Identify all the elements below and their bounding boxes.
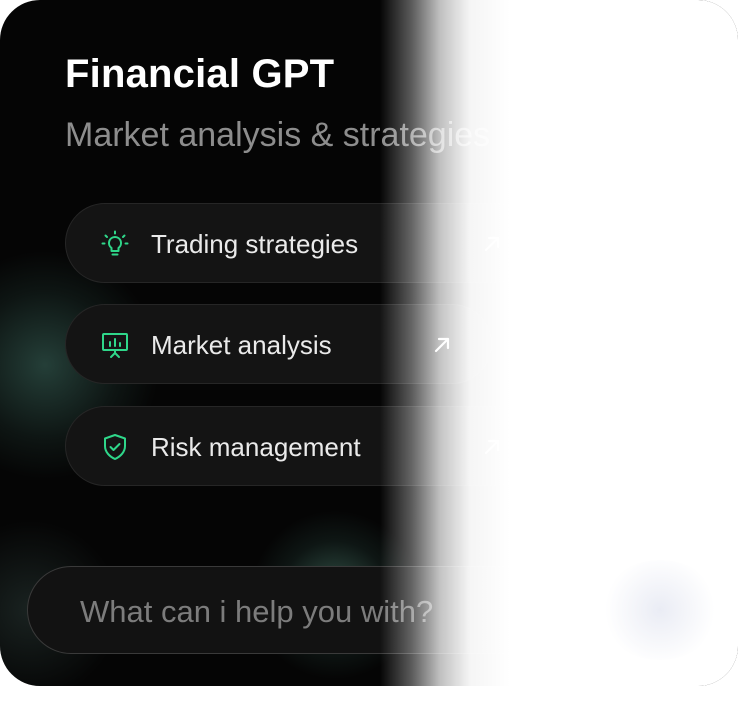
prompt-placeholder: What can i help you with?: [80, 594, 434, 629]
arrow-up-right-icon: [434, 337, 450, 353]
presentation-chart-icon: [102, 333, 128, 358]
lightbulb-icon: [101, 230, 129, 256]
assistant-card: Financial GPT Market analysis & strategi…: [0, 0, 738, 686]
suggestion-trading-strategies[interactable]: Trading strategies: [65, 203, 536, 283]
arrow-up-right-icon: [484, 439, 500, 455]
shield-check-icon: [104, 434, 126, 460]
suggestion-label: Risk management: [151, 432, 361, 462]
prompt-input[interactable]: What can i help you with?: [27, 566, 727, 654]
page-title: Financial GPT: [65, 52, 335, 96]
suggestion-risk-management[interactable]: Risk management: [65, 406, 536, 486]
page-subtitle: Market analysis & strategies: [65, 116, 491, 154]
suggestion-label: Trading strategies: [151, 229, 359, 259]
suggestion-market-analysis[interactable]: Market analysis: [65, 304, 492, 384]
arrow-up-right-icon: [484, 236, 500, 252]
suggestion-label: Market analysis: [151, 330, 332, 360]
